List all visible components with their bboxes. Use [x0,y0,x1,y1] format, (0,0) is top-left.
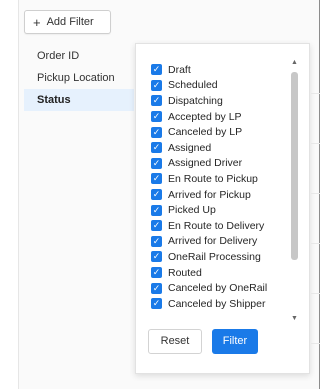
checkbox-checked-icon[interactable]: ✓ [151,204,162,216]
status-option-label: Accepted by LP [168,110,242,123]
field-item-order-id[interactable]: Order ID [24,45,134,67]
status-option-canceled-by-lp[interactable]: ✓ Canceled by LP [151,124,281,140]
checkbox-checked-icon[interactable]: ✓ [151,189,162,201]
filter-field-list: Order ID Pickup Location Status [24,45,134,111]
add-filter-label: Add Filter [46,16,94,28]
checkbox-checked-icon[interactable]: ✓ [151,251,162,263]
checkbox-checked-icon[interactable]: ✓ [151,298,162,310]
checkbox-checked-icon[interactable]: ✓ [151,235,162,247]
add-filter-button[interactable]: + Add Filter [24,10,111,34]
background-table-edge [311,43,320,373]
table-row-divider [311,293,320,294]
status-option-label: Canceled by LP [168,126,243,139]
status-option-canceled-by-onerail[interactable]: ✓ Canceled by OneRail [151,280,281,296]
table-row-divider [311,193,320,194]
apply-filter-button[interactable]: Filter [212,329,258,354]
status-option-assigned[interactable]: ✓ Assigned [151,140,281,156]
status-option-label: Routed [168,266,202,279]
status-option-label: Canceled by OneRail [168,282,268,295]
scroll-down-arrow-icon[interactable]: ▼ [289,314,300,324]
status-option-arrived-for-pickup[interactable]: ✓ Arrived for Pickup [151,187,281,203]
field-item-pickup-location[interactable]: Pickup Location [24,67,134,89]
checkbox-checked-icon[interactable]: ✓ [151,126,162,138]
status-option-label: Picked Up [168,204,216,217]
status-option-draft[interactable]: ✓ Draft [151,62,281,78]
status-checklist: ✓ Draft ✓ Scheduled ✓ Dispatching ✓ Accepted… [151,62,281,312]
status-option-scheduled[interactable]: ✓ Scheduled [151,78,281,94]
status-option-label: OneRail Processing [168,250,261,263]
status-option-label: En Route to Pickup [168,172,258,185]
status-option-dispatching[interactable]: ✓ Dispatching [151,93,281,109]
scrollbar-thumb[interactable] [291,72,298,260]
status-option-canceled-by-shipper[interactable]: ✓ Canceled by Shipper [151,296,281,312]
checkbox-checked-icon[interactable]: ✓ [151,220,162,232]
checkbox-checked-icon[interactable]: ✓ [151,173,162,185]
status-option-onerail-processing[interactable]: ✓ OneRail Processing [151,249,281,265]
left-edge-strip [0,0,19,389]
status-option-label: Scheduled [168,79,218,92]
plus-icon: + [33,14,41,30]
status-option-label: Assigned Driver [168,157,243,170]
status-option-label: Dispatching [168,94,223,107]
scroll-up-arrow-icon[interactable]: ▲ [289,58,300,68]
status-option-routed[interactable]: ✓ Routed [151,265,281,281]
status-option-label: Assigned [168,141,212,154]
status-option-en-route-to-delivery[interactable]: ✓ En Route to Delivery [151,218,281,234]
checkbox-checked-icon[interactable]: ✓ [151,79,162,91]
table-row-divider [311,143,320,144]
status-option-assigned-driver[interactable]: ✓ Assigned Driver [151,156,281,172]
checkbox-checked-icon[interactable]: ✓ [151,282,162,294]
status-option-label: Arrived for Pickup [168,188,251,201]
table-row-divider [311,343,320,344]
checkbox-checked-icon[interactable]: ✓ [151,142,162,154]
checkbox-checked-icon[interactable]: ✓ [151,111,162,123]
checkbox-checked-icon[interactable]: ✓ [151,267,162,279]
status-option-label: Arrived for Delivery [168,235,258,248]
checkbox-checked-icon[interactable]: ✓ [151,157,162,169]
checkbox-checked-icon[interactable]: ✓ [151,95,162,107]
status-option-en-route-to-pickup[interactable]: ✓ En Route to Pickup [151,171,281,187]
status-option-label: Draft [168,63,191,76]
checkbox-checked-icon[interactable]: ✓ [151,64,162,76]
status-option-arrived-for-delivery[interactable]: ✓ Arrived for Delivery [151,234,281,250]
status-option-picked-up[interactable]: ✓ Picked Up [151,202,281,218]
table-row-divider [311,243,320,244]
field-item-status[interactable]: Status [24,89,134,111]
reset-button[interactable]: Reset [148,329,202,354]
checklist-scrollbar[interactable]: ▲ ▼ [289,58,300,324]
status-option-label: En Route to Delivery [168,219,265,232]
table-row-divider [311,93,320,94]
status-option-accepted-by-lp[interactable]: ✓ Accepted by LP [151,109,281,125]
status-option-label: Canceled by Shipper [168,297,266,310]
status-filter-panel: ✓ Draft ✓ Scheduled ✓ Dispatching ✓ Accepted… [135,43,310,374]
